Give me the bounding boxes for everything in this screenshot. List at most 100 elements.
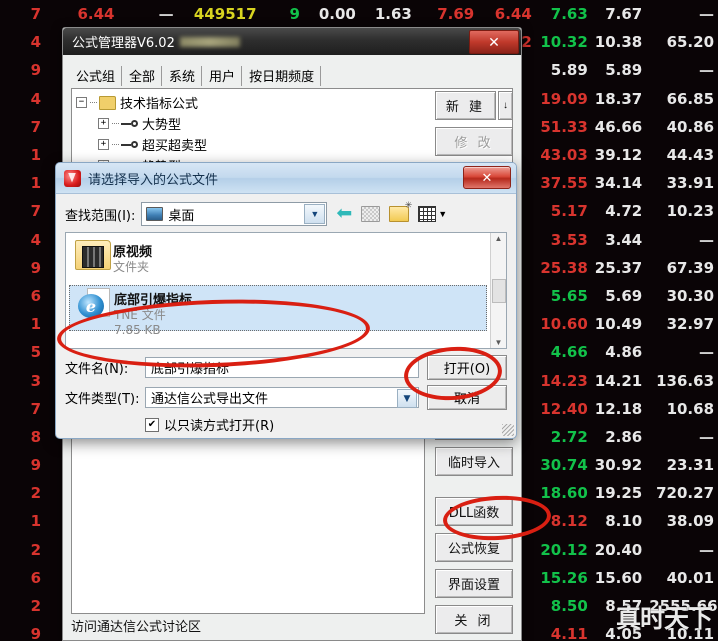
quote-cell: 5 <box>30 343 42 362</box>
chevron-down-icon[interactable]: ▼ <box>304 204 326 224</box>
filetype-label: 文件类型(T): <box>65 392 140 407</box>
quote-cell: 15.26 <box>540 568 588 587</box>
tree-node-label: 超买超卖型 <box>142 139 208 154</box>
quote-cell: 8.12 <box>550 512 588 531</box>
scrollbar-thumb[interactable] <box>491 278 506 303</box>
fm-button[interactable]: 新 建 <box>435 91 496 120</box>
quote-cell: 10.23 <box>666 202 715 221</box>
quote-row[interactable]: 7 6.44 — 449517 9 0.00 1.63 7.69 6.44 7.63 7.67 — <box>0 0 718 28</box>
file-dialog-close-button[interactable]: ✕ <box>463 166 511 189</box>
quote-cell: 5.69 <box>605 286 643 305</box>
quote-cell: 2 <box>30 597 42 616</box>
quote-cell: 8.50 <box>550 597 588 616</box>
scroll-up-icon[interactable]: ▲ <box>495 234 503 243</box>
quote-cell: 449517 <box>193 5 257 24</box>
quote-cell: 2 <box>30 540 42 559</box>
quote-cell: 12.18 <box>594 399 643 418</box>
chevron-down-icon[interactable]: ↓ <box>498 91 513 120</box>
fm-button[interactable]: DLL函数 <box>435 497 513 526</box>
filename-input[interactable]: 底部引爆指标 <box>145 357 419 378</box>
quote-cell: 0.00 <box>318 5 356 24</box>
file-size: 7.85 KB <box>114 323 161 337</box>
app-icon <box>64 169 81 187</box>
file-list-item[interactable]: 原视频 文件夹 <box>69 238 487 284</box>
tab-2[interactable]: 全部 <box>124 64 164 87</box>
file-dialog-bottom: 文件名(N): 底部引爆指标 打开(O) 文件类型(T): 通达信公式导出文件 … <box>65 355 507 434</box>
fm-button[interactable]: 公式恢复 <box>435 533 513 562</box>
quote-cell: 12.40 <box>540 399 588 418</box>
look-in-label: 查找范围(I): <box>65 208 136 224</box>
quote-cell: 10.60 <box>540 315 588 334</box>
fm-button[interactable]: 临时导入 <box>435 447 513 476</box>
quote-cell: 44.43 <box>666 146 715 165</box>
quote-cell: — <box>699 540 715 559</box>
cancel-button[interactable]: 取消 <box>427 385 507 410</box>
formula-manager-titlebar[interactable]: 公式管理器V6.02 ✕ <box>63 28 521 55</box>
quote-cell: 4 <box>30 33 42 52</box>
file-item-text: 底部引爆指标 TNE 文件 7.85 KB <box>114 288 192 338</box>
file-type: TNE 文件 <box>114 308 166 322</box>
collapse-icon[interactable]: − <box>76 97 87 108</box>
readonly-checkbox[interactable]: ✔ <box>145 417 159 432</box>
quote-cell: 9 <box>30 456 42 475</box>
new-folder-icon[interactable] <box>389 200 412 222</box>
quote-cell: 20.12 <box>540 540 588 559</box>
quote-cell: 3 <box>30 371 42 390</box>
view-mode-icon[interactable]: ▼ <box>418 206 447 222</box>
open-button[interactable]: 打开(O) <box>427 355 507 380</box>
fm-button[interactable]: 关 闭 <box>435 605 513 634</box>
status-link[interactable]: 访问通达信公式讨论区 <box>71 616 201 635</box>
expand-icon[interactable]: + <box>98 118 109 129</box>
readonly-row[interactable]: ✔ 以只读方式打开(R) <box>65 415 507 434</box>
file-list-scrollbar[interactable]: ▲ ▼ <box>490 233 506 348</box>
file-list[interactable]: 原视频 文件夹 e 底部引爆指标 TNE 文件 7.85 KB ▲ ▼ <box>65 232 507 349</box>
quote-cell: — <box>699 343 715 362</box>
file-dialog-titlebar[interactable]: 请选择导入的公式文件 ✕ <box>56 163 516 194</box>
quote-cell: — <box>699 61 715 80</box>
filename-row: 文件名(N): 底部引爆指标 打开(O) <box>65 355 507 380</box>
quote-cell: — <box>699 5 715 24</box>
tab-3[interactable]: 系统 <box>164 64 204 87</box>
quote-cell: 4.66 <box>550 343 588 362</box>
quote-cell: 4.11 <box>550 625 588 639</box>
quote-cell: 720.27 <box>656 484 715 503</box>
look-in-combobox[interactable]: 桌面 ▼ <box>141 202 328 226</box>
quote-cell: 38.09 <box>666 512 715 531</box>
formula-manager-close-button[interactable]: ✕ <box>469 30 519 54</box>
quote-cell: 7.67 <box>605 5 643 24</box>
quote-cell: 5.89 <box>550 61 588 80</box>
quote-cell: 6.44 <box>77 5 115 24</box>
file-item-text: 原视频 文件夹 <box>113 240 152 275</box>
tab-1[interactable]: 公式组 <box>71 64 124 87</box>
button-group: 新 建 ↓ <box>435 91 513 120</box>
tree-connector <box>90 102 97 103</box>
quote-cell: 8.57 <box>605 597 643 616</box>
file-type: 文件夹 <box>113 260 150 274</box>
folder-icon <box>73 240 113 270</box>
quote-cell: 30.74 <box>540 456 588 475</box>
tab-4[interactable]: 用户 <box>204 64 244 87</box>
quote-cell: 30.30 <box>666 286 715 305</box>
back-icon[interactable]: ⬅ <box>336 204 352 223</box>
chevron-down-icon[interactable]: ▼ <box>397 389 417 408</box>
quote-cell: 7 <box>30 117 42 136</box>
formula-key-icon <box>121 140 138 150</box>
folder-icon <box>99 95 116 110</box>
quote-cell: 46.66 <box>594 117 643 136</box>
quote-cell: 1 <box>30 512 42 531</box>
expand-icon[interactable]: + <box>98 139 109 150</box>
fm-button[interactable]: 界面设置 <box>435 569 513 598</box>
filetype-select[interactable]: 通达信公式导出文件 ▼ <box>145 387 419 408</box>
formula-manager-status-bar[interactable]: 访问通达信公式讨论区 <box>71 614 425 636</box>
resize-grip[interactable] <box>502 424 514 436</box>
tab-5[interactable]: 按日期频度 <box>244 64 323 87</box>
filetype-row: 文件类型(T): 通达信公式导出文件 ▼ 取消 <box>65 385 507 410</box>
file-list-item[interactable]: e 底部引爆指标 TNE 文件 7.85 KB <box>69 285 487 337</box>
quote-cell: 6 <box>30 286 42 305</box>
quote-cell: 34.14 <box>594 174 643 193</box>
quote-cell: — <box>699 427 715 446</box>
quote-cell: 40.01 <box>666 568 715 587</box>
up-level-icon[interactable] <box>361 206 381 222</box>
scroll-down-icon[interactable]: ▼ <box>495 338 503 347</box>
quote-cell: 5.89 <box>605 61 643 80</box>
